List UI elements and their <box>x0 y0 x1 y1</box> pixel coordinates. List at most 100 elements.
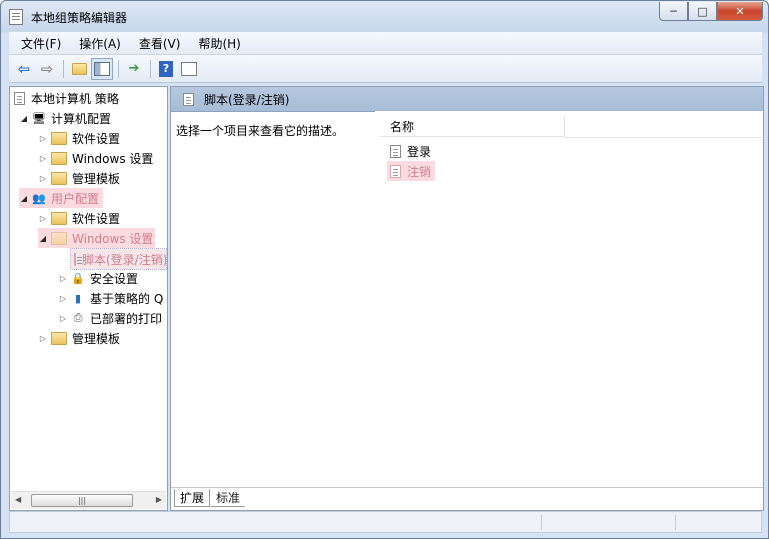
script-icon <box>183 92 194 106</box>
menu-file[interactable]: 文件(F) <box>9 35 67 52</box>
expand-arrow-icon[interactable]: ▷ <box>58 294 68 303</box>
expand-arrow-icon[interactable]: ▷ <box>38 334 48 343</box>
tree-item-cc-templates[interactable]: ▷ 管理模板 <box>38 168 120 188</box>
menu-help[interactable]: 帮助(H) <box>186 35 246 52</box>
script-icon <box>390 164 401 178</box>
list-item-logoff[interactable]: 注销 <box>387 161 436 181</box>
forward-arrow-icon: ⇨ <box>40 59 54 78</box>
scroll-right-icon[interactable]: ▶ <box>156 495 162 504</box>
status-bar <box>9 511 762 533</box>
details-header: 脚本(登录/注销) <box>171 87 763 112</box>
expand-arrow-icon[interactable]: ▷ <box>58 314 68 323</box>
maximize-button[interactable]: □ <box>688 2 717 21</box>
help-icon: ? <box>159 60 173 77</box>
column-header-label: 名称 <box>390 120 415 134</box>
tab-extended[interactable]: 扩展 <box>174 489 211 507</box>
expand-arrow-icon[interactable]: ▷ <box>38 154 48 163</box>
tree-label-cc-templates: 管理模板 <box>72 171 121 186</box>
printer-icon: ⎙ <box>73 311 83 324</box>
caption-buttons: ─ □ ✕ <box>659 2 763 22</box>
toolbar: ⇦ ⇨ ➔ ? <box>9 55 762 83</box>
forward-button[interactable]: ⇨ <box>36 58 58 80</box>
folder-icon <box>51 211 67 225</box>
computer-icon: 🖥 <box>32 111 46 125</box>
menu-action[interactable]: 操作(A) <box>67 35 127 52</box>
menu-bar: 文件(F) 操作(A) 查看(V) 帮助(H) <box>9 32 762 55</box>
tree-item-uc-scripts[interactable]: 脚本(登录/注销) <box>70 248 167 270</box>
scroll-left-icon[interactable]: ◀ <box>15 495 21 504</box>
tree-label-uc-printers: 已部署的打印 <box>90 311 163 326</box>
tree-label-cc-windows: Windows 设置 <box>72 151 154 166</box>
close-button[interactable]: ✕ <box>717 2 763 21</box>
list-item-label: 登录 <box>407 144 432 159</box>
users-icon: 👥 <box>32 191 46 205</box>
tree-item-uc-software[interactable]: ▷ 软件设置 <box>38 208 120 228</box>
main-window: 本地组策略编辑器 ─ □ ✕ 文件(F) 操作(A) 查看(V) 帮助(H) ⇦… <box>0 0 769 539</box>
tree-label-root: 本地计算机 策略 <box>31 91 119 106</box>
policy-editor-app-icon <box>9 9 23 25</box>
status-separator <box>675 515 676 530</box>
column-header-blank[interactable] <box>565 117 763 138</box>
tree-item-computer-config[interactable]: ◢ 🖥 计算机配置 <box>19 108 111 128</box>
tree-item-user-config[interactable]: ◢ 👥 用户配置 <box>19 188 104 208</box>
tree-item-cc-windows[interactable]: ▷ Windows 设置 <box>38 148 153 168</box>
folder-icon <box>51 171 67 185</box>
toolbar-separator <box>150 59 151 78</box>
folder-up-icon <box>71 62 87 75</box>
folder-open-icon <box>51 231 67 245</box>
console-tree-pane: 本地计算机 策略 ◢ 🖥 计算机配置 ▷ 软件设置 ▷ Windows 设置 ▷… <box>9 86 168 511</box>
up-one-level-button[interactable] <box>68 58 90 80</box>
show-hide-console-tree-button[interactable] <box>91 57 113 80</box>
security-lock-icon: 🔒 <box>71 271 85 285</box>
folder-icon <box>51 331 67 345</box>
tree-label-uc-security: 安全设置 <box>90 271 139 286</box>
tree-label-user-config: 用户配置 <box>51 191 100 206</box>
tree-label-uc-templates: 管理模板 <box>72 331 121 346</box>
tab-standard[interactable]: 标准 <box>211 489 246 507</box>
back-button[interactable]: ⇦ <box>13 58 35 80</box>
title-bar: 本地组策略编辑器 ─ □ ✕ <box>1 1 768 32</box>
tree-label-uc-windows: Windows 设置 <box>72 231 154 246</box>
tree-item-uc-security[interactable]: ▷ 🔒 安全设置 <box>58 268 138 288</box>
tree-item-uc-printers[interactable]: ▷ ⎙ 已部署的打印 <box>58 308 165 328</box>
properties-button[interactable] <box>178 58 200 80</box>
list-item-logon[interactable]: 登录 <box>387 141 431 161</box>
bar-chart-icon: ▮ <box>74 291 82 305</box>
expand-arrow-icon[interactable]: ▷ <box>58 274 68 283</box>
collapse-arrow-icon[interactable]: ◢ <box>19 114 29 123</box>
tree-item-root[interactable]: 本地计算机 策略 <box>14 88 119 108</box>
expand-arrow-icon[interactable]: ▷ <box>38 214 48 223</box>
list-item-label: 注销 <box>407 164 432 179</box>
items-list: 名称 登录 注销 <box>375 111 763 481</box>
column-header-name[interactable]: 名称 <box>379 117 565 137</box>
script-icon <box>390 144 401 158</box>
policy-root-icon <box>14 91 25 105</box>
tree-label-uc-scripts: 脚本(登录/注销) <box>82 252 167 267</box>
console-tree-icon <box>94 61 110 76</box>
tree-item-uc-windows[interactable]: ◢ Windows 设置 <box>38 228 156 248</box>
minimize-button[interactable]: ─ <box>659 2 688 21</box>
collapse-arrow-icon[interactable]: ◢ <box>38 234 48 243</box>
tree-label-computer-config: 计算机配置 <box>51 111 112 126</box>
scrollbar-thumb[interactable]: ||| <box>31 494 133 507</box>
tree-horizontal-scrollbar[interactable]: ◀ ||| ▶ <box>11 491 166 509</box>
script-icon <box>74 252 82 266</box>
tree-label-uc-software: 软件设置 <box>72 211 121 226</box>
tree-item-uc-templates[interactable]: ▷ 管理模板 <box>38 328 120 348</box>
export-list-button[interactable]: ➔ <box>123 58 145 80</box>
details-header-title: 脚本(登录/注销) <box>204 92 290 107</box>
properties-icon <box>181 61 197 76</box>
folder-icon <box>51 151 67 165</box>
toolbar-separator <box>63 59 64 78</box>
help-button[interactable]: ? <box>155 58 177 80</box>
tree-item-uc-qos[interactable]: ▷ ▮ 基于策略的 Q <box>58 288 165 308</box>
back-arrow-icon: ⇦ <box>17 59 31 78</box>
window-title: 本地组策略编辑器 <box>31 11 128 25</box>
expand-arrow-icon[interactable]: ▷ <box>38 134 48 143</box>
tree-item-cc-software[interactable]: ▷ 软件设置 <box>38 128 120 148</box>
menu-view[interactable]: 查看(V) <box>127 35 187 52</box>
expand-arrow-icon[interactable]: ▷ <box>38 174 48 183</box>
collapse-arrow-icon[interactable]: ◢ <box>19 194 29 203</box>
view-tabs: 扩展 标准 <box>171 487 763 510</box>
folder-icon <box>51 131 67 145</box>
